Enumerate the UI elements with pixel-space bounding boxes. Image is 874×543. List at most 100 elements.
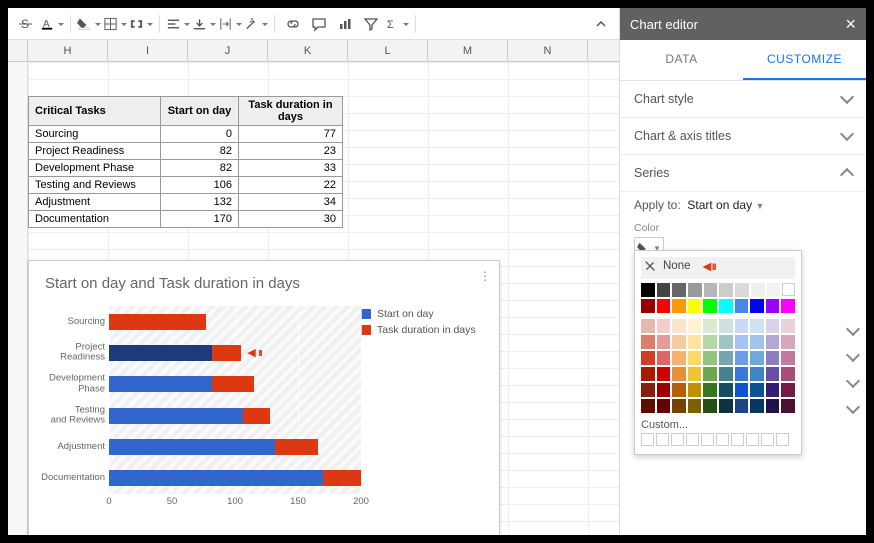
color-swatch[interactable] — [719, 335, 733, 349]
color-swatch[interactable] — [672, 351, 686, 365]
color-none-option[interactable]: None ◀ııı — [641, 257, 795, 279]
color-swatch[interactable] — [688, 351, 702, 365]
color-swatch[interactable] — [657, 367, 671, 381]
chevron-down-icon[interactable] — [846, 322, 860, 336]
color-swatch[interactable] — [688, 383, 702, 397]
functions-icon[interactable]: Σ — [385, 12, 409, 36]
color-swatch[interactable] — [641, 335, 655, 349]
custom-color-slot[interactable] — [656, 433, 669, 446]
data-table[interactable]: Critical Tasks Start on day Task duratio… — [28, 96, 343, 228]
color-swatch[interactable] — [672, 335, 686, 349]
color-swatch[interactable] — [641, 351, 655, 365]
color-swatch[interactable] — [750, 383, 764, 397]
color-swatch[interactable] — [704, 283, 718, 297]
custom-color-slot[interactable] — [731, 433, 744, 446]
color-swatch[interactable] — [735, 399, 749, 413]
color-swatch[interactable] — [657, 335, 671, 349]
apply-to-dropdown[interactable]: Apply to: Start on day ▼ — [634, 198, 852, 212]
embedded-chart[interactable]: ⋮ Start on day and Task duration in days… — [28, 260, 500, 535]
col-header[interactable]: K — [268, 40, 348, 61]
color-swatch[interactable] — [703, 383, 717, 397]
color-swatch[interactable] — [781, 335, 795, 349]
color-swatch[interactable] — [703, 299, 717, 313]
color-swatch[interactable] — [735, 299, 749, 313]
color-swatch[interactable] — [750, 319, 764, 333]
custom-color-label[interactable]: Custom... — [641, 419, 795, 431]
h-align-icon[interactable] — [166, 12, 190, 36]
color-swatch[interactable] — [781, 399, 795, 413]
color-swatch[interactable] — [703, 367, 717, 381]
color-swatch[interactable] — [750, 335, 764, 349]
color-swatch[interactable] — [672, 319, 686, 333]
custom-color-slot[interactable] — [701, 433, 714, 446]
section-axis-titles[interactable]: Chart & axis titles — [620, 118, 866, 155]
link-icon[interactable] — [281, 12, 305, 36]
color-swatch[interactable] — [672, 283, 686, 297]
section-series[interactable]: Series — [620, 155, 866, 192]
color-swatch[interactable] — [735, 283, 749, 297]
merge-icon[interactable] — [129, 12, 153, 36]
col-header[interactable]: J — [188, 40, 268, 61]
color-swatch[interactable] — [735, 367, 749, 381]
color-swatch[interactable] — [766, 367, 780, 381]
chevron-down-icon[interactable] — [846, 374, 860, 388]
wrap-icon[interactable] — [218, 12, 242, 36]
color-swatch[interactable] — [703, 335, 717, 349]
color-swatch[interactable] — [719, 283, 733, 297]
col-header[interactable]: I — [108, 40, 188, 61]
color-swatch[interactable] — [688, 335, 702, 349]
color-swatch[interactable] — [751, 283, 765, 297]
chevron-down-icon[interactable] — [846, 348, 860, 362]
color-swatch[interactable] — [766, 383, 780, 397]
color-swatch[interactable] — [657, 299, 671, 313]
chart-menu-icon[interactable]: ⋮ — [479, 269, 491, 283]
color-swatch[interactable] — [641, 383, 655, 397]
color-swatch[interactable] — [719, 319, 733, 333]
color-swatch[interactable] — [719, 383, 733, 397]
spreadsheet-area[interactable]: Critical Tasks Start on day Task duratio… — [8, 62, 619, 535]
custom-color-slot[interactable] — [716, 433, 729, 446]
color-swatch[interactable] — [688, 299, 702, 313]
color-swatch[interactable] — [657, 283, 671, 297]
color-swatch[interactable] — [750, 299, 764, 313]
color-swatch[interactable] — [750, 351, 764, 365]
v-align-icon[interactable] — [192, 12, 216, 36]
custom-color-slot[interactable] — [641, 433, 654, 446]
color-swatch[interactable] — [782, 283, 795, 296]
color-swatch[interactable] — [641, 283, 655, 297]
color-swatch[interactable] — [703, 319, 717, 333]
section-chart-style[interactable]: Chart style — [620, 81, 866, 118]
color-swatch[interactable] — [781, 299, 795, 313]
color-swatch[interactable] — [735, 351, 749, 365]
fill-color-icon[interactable] — [77, 12, 101, 36]
color-swatch[interactable] — [750, 399, 764, 413]
color-swatch[interactable] — [767, 283, 781, 297]
color-swatch[interactable] — [781, 319, 795, 333]
color-swatch[interactable] — [719, 351, 733, 365]
custom-color-slot[interactable] — [686, 433, 699, 446]
filter-icon[interactable] — [359, 12, 383, 36]
color-swatch[interactable] — [703, 399, 717, 413]
color-swatch[interactable] — [688, 399, 702, 413]
color-swatch[interactable] — [766, 335, 780, 349]
color-swatch[interactable] — [657, 351, 671, 365]
borders-icon[interactable] — [103, 12, 127, 36]
color-swatch[interactable] — [672, 399, 686, 413]
custom-color-slot[interactable] — [776, 433, 789, 446]
color-swatch[interactable] — [781, 383, 795, 397]
color-swatch[interactable] — [735, 335, 749, 349]
color-swatch[interactable] — [781, 367, 795, 381]
color-swatch[interactable] — [688, 367, 702, 381]
col-header[interactable]: N — [508, 40, 588, 61]
color-swatch[interactable] — [719, 399, 733, 413]
color-swatch[interactable] — [750, 367, 764, 381]
col-header[interactable]: L — [348, 40, 428, 61]
col-header[interactable]: H — [28, 40, 108, 61]
color-swatch[interactable] — [641, 399, 655, 413]
color-swatch[interactable] — [672, 299, 686, 313]
color-swatch[interactable] — [641, 319, 655, 333]
color-swatch[interactable] — [657, 399, 671, 413]
color-swatch[interactable] — [719, 299, 733, 313]
color-swatch[interactable] — [766, 351, 780, 365]
text-color-icon[interactable]: A — [40, 12, 64, 36]
